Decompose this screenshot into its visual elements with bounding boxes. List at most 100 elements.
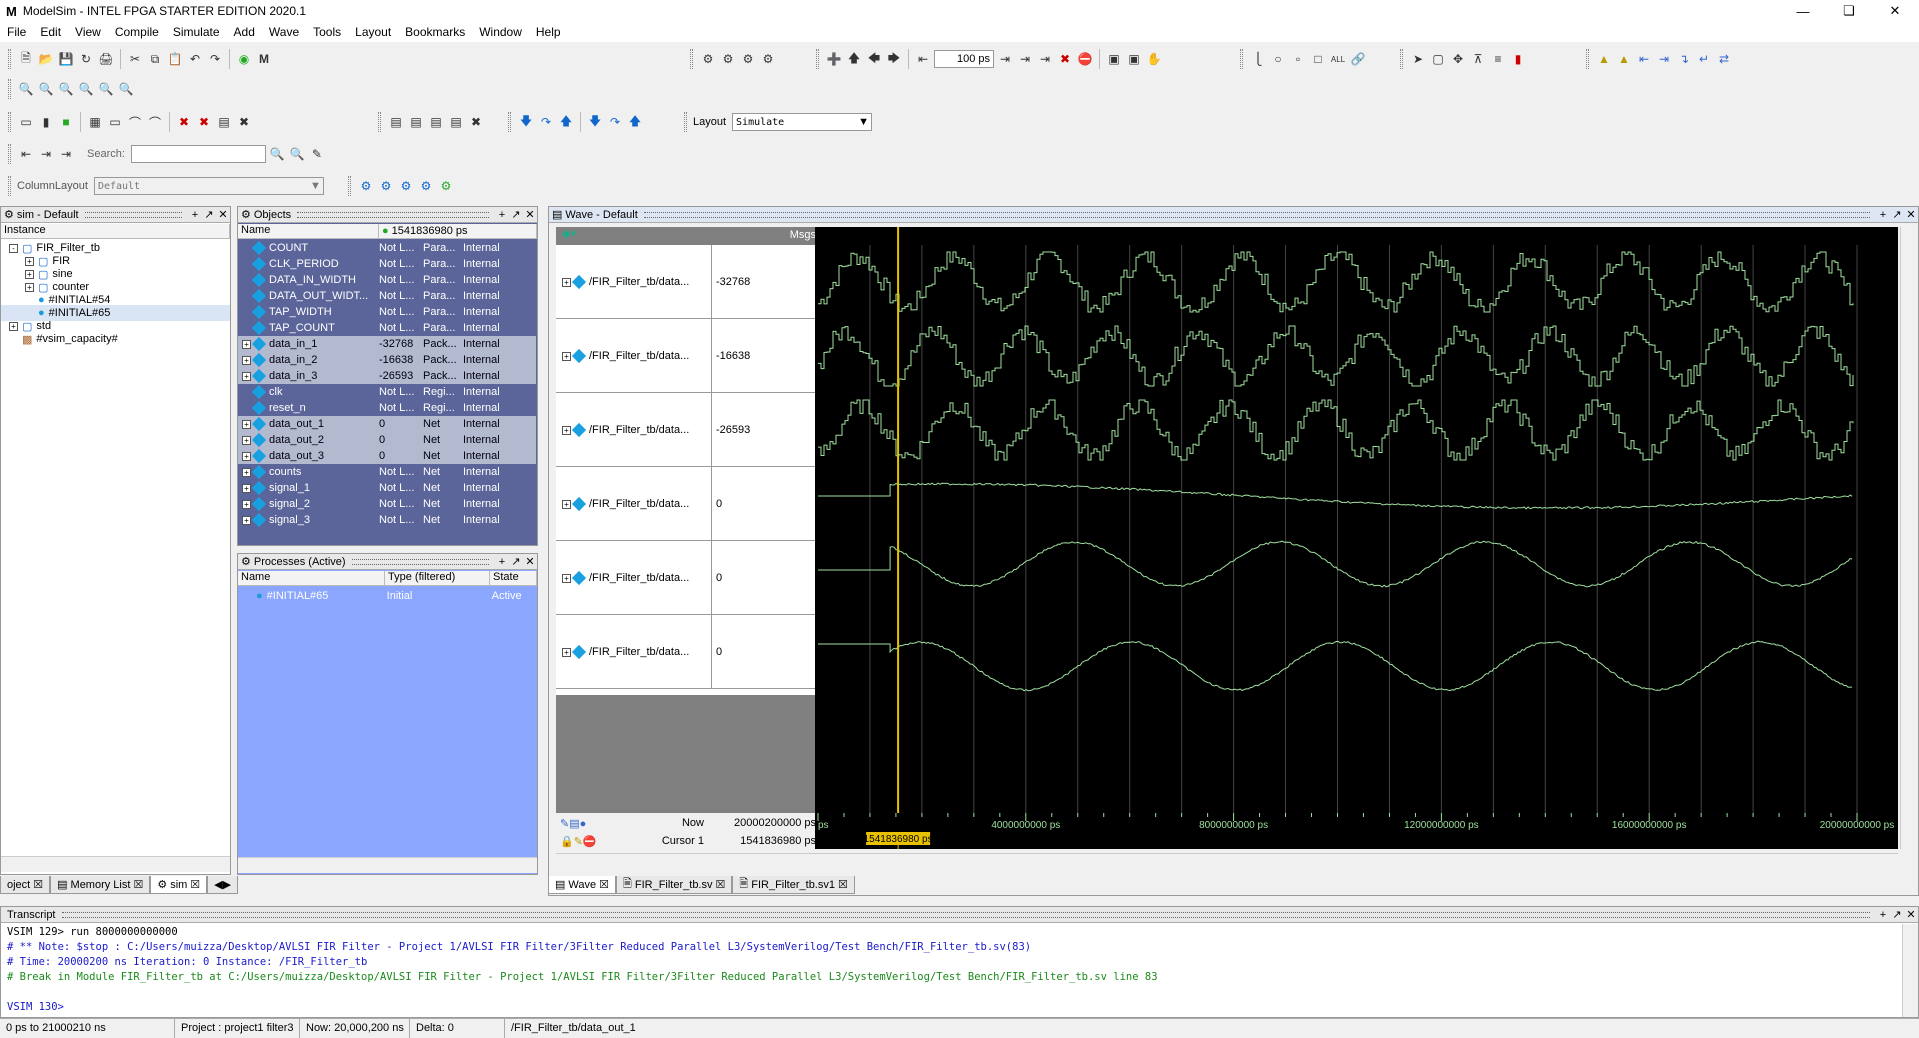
hand-icon[interactable]: ✋ [1145,50,1163,68]
panel-add-icon[interactable]: + [1876,909,1890,921]
expand-icon[interactable]: + [242,371,251,381]
stop-sim-icon[interactable]: ▮ [1509,50,1527,68]
expand-icon[interactable]: + [242,419,251,429]
wave-names-scrollbar[interactable] [556,853,820,869]
menu-layout[interactable]: Layout [348,25,398,39]
wave-signal-row[interactable]: + /FIR_Filter_tb/data... -16638 [556,319,826,393]
compile-icon[interactable]: ⚙ [699,50,717,68]
clear-icon[interactable]: ✖ [175,113,193,131]
expand-icon[interactable]: + [25,282,34,292]
run-icon[interactable]: ⇥ [996,50,1014,68]
menu-add[interactable]: Add [227,25,262,39]
panel-add-icon[interactable]: + [495,209,509,221]
break-list-icon[interactable]: ▤ [215,113,233,131]
format-analog-icon[interactable]: ■ [57,113,75,131]
expand-icon[interactable]: + [242,467,251,477]
find-prev-icon[interactable]: ⇤ [17,145,35,163]
search-all-icon[interactable]: 🔍 [288,145,306,163]
tab-close-icon[interactable]: ☒ [716,878,726,891]
select-mode-icon[interactable]: ➤ [1409,50,1427,68]
cursor-lock-icon[interactable]: ⇄ [1715,50,1733,68]
zoom-last-icon[interactable]: 🔍 [117,80,135,98]
object-row[interactable]: COUNT Not L... Para... Internal [238,240,536,256]
object-row[interactable]: + data_out_1 0 Net Internal [238,416,536,432]
panel-undock-icon[interactable]: ↗ [509,208,523,221]
panel-close-icon[interactable]: ✕ [216,208,230,221]
wave-signal-row[interactable]: + /FIR_Filter_tb/data... -26593 [556,393,826,467]
expand-icon[interactable]: + [242,451,251,461]
object-row[interactable]: TAP_WIDTH Not L... Para... Internal [238,304,536,320]
objects-time-column[interactable]: ● 1541836980 ps [379,224,537,238]
transcript-console[interactable]: VSIM 129> run 8000000000000 # ** Note: $s… [1,924,1901,1014]
object-row[interactable]: reset_n Not L... Regi... Internal [238,400,536,416]
format-event-icon[interactable]: ▦ [86,113,104,131]
transcript-scrollbar[interactable] [1902,924,1918,1017]
redo-icon[interactable]: ↷ [206,50,224,68]
menu-help[interactable]: Help [529,25,568,39]
expand-icon[interactable]: + [562,351,571,361]
expand-icon[interactable]: + [9,321,18,331]
find-options-icon[interactable]: ⇥ [57,145,75,163]
expand-icon[interactable]: + [25,269,34,279]
wave-vscrollbar[interactable] [1900,227,1916,849]
object-row[interactable]: + signal_1 Not L... Net Internal [238,480,536,496]
sim-scrollbar[interactable] [1,856,230,872]
run-all-icon[interactable]: ⇥ [1036,50,1054,68]
panel-close-icon[interactable]: ✕ [523,555,537,568]
expand-icon[interactable]: + [25,256,34,266]
instance-column[interactable]: Instance [1,224,230,238]
add-cursor-icon[interactable]: ▲ [1595,50,1613,68]
object-row[interactable]: + data_in_3 -26593 Pack... Internal [238,368,536,384]
object-row[interactable]: + counts Not L... Net Internal [238,464,536,480]
copy-icon[interactable]: ⧉ [146,50,164,68]
object-row[interactable]: DATA_IN_WIDTH Not L... Para... Internal [238,272,536,288]
forward-icon[interactable]: 🡆 [885,50,903,68]
add-wave-icon[interactable]: ➕ [825,50,843,68]
c-step-over-icon[interactable]: ↷ [606,113,624,131]
panel-undock-icon[interactable]: ↗ [1890,208,1904,221]
disable-icon[interactable]: ✖ [235,113,253,131]
expand-icon[interactable]: + [242,339,251,349]
menu-window[interactable]: Window [472,25,529,39]
find-next-icon[interactable]: ⇥ [37,145,55,163]
layout-select[interactable]: Simulate ▼ [732,113,873,131]
tab-wave[interactable]: ▤ Wave ☒ [548,876,616,894]
paste-icon[interactable]: 📋 [166,50,184,68]
wave-tag-icon[interactable]: ▫ [1289,50,1307,68]
process-row[interactable]: ● #INITIAL#65 Initial Active [238,588,537,604]
filter-icon[interactable]: ⚙ [357,177,375,195]
close-icon[interactable]: ✕ [1872,0,1918,22]
minimize-icon[interactable]: — [1780,0,1826,22]
filter4-icon[interactable]: ⚙ [417,177,435,195]
process-state-column[interactable]: State [490,571,537,585]
object-row[interactable]: + signal_3 Not L... Net Internal [238,512,536,528]
format-rise-icon[interactable]: ⌒ [146,113,164,131]
object-row[interactable]: + data_out_3 0 Net Internal [238,448,536,464]
next-falling-icon[interactable]: ↵ [1695,50,1713,68]
dataflow-icon[interactable]: ▤ [387,113,405,131]
search-clear-icon[interactable]: ✎ [308,145,326,163]
edge-icon[interactable]: ⊼ [1469,50,1487,68]
format-step-icon[interactable]: ⌒ [126,113,144,131]
wave-format-icon[interactable]: ◆▾ [562,227,576,245]
menu-view[interactable]: View [68,25,108,39]
object-row[interactable]: TAP_COUNT Not L... Para... Internal [238,320,536,336]
wave-display[interactable] [815,227,1898,847]
object-row[interactable]: clk Not L... Regi... Internal [238,384,536,400]
continue-icon[interactable]: ⇥ [1016,50,1034,68]
search-input[interactable] [130,145,266,163]
step-over-icon[interactable]: ▣ [1125,50,1143,68]
expand-icon[interactable]: + [242,435,251,445]
schematic-icon[interactable]: ▤ [407,113,425,131]
filter3-icon[interactable]: ⚙ [397,177,415,195]
object-row[interactable]: CLK_PERIOD Not L... Para... Internal [238,256,536,272]
back-icon[interactable]: 🡄 [865,50,883,68]
expand-icon[interactable]: + [242,515,251,525]
zoom-full-icon[interactable]: 🔍 [57,80,75,98]
panel-undock-icon[interactable]: ↗ [509,555,523,568]
wave-signal-row[interactable]: + /FIR_Filter_tb/data... 0 [556,541,826,615]
expand-icon[interactable]: + [562,277,571,287]
expand-icon[interactable]: + [562,573,571,583]
object-row[interactable]: DATA_OUT_WIDT... Not L... Para... Internal [238,288,536,304]
objects-name-column[interactable]: Name [238,224,379,238]
